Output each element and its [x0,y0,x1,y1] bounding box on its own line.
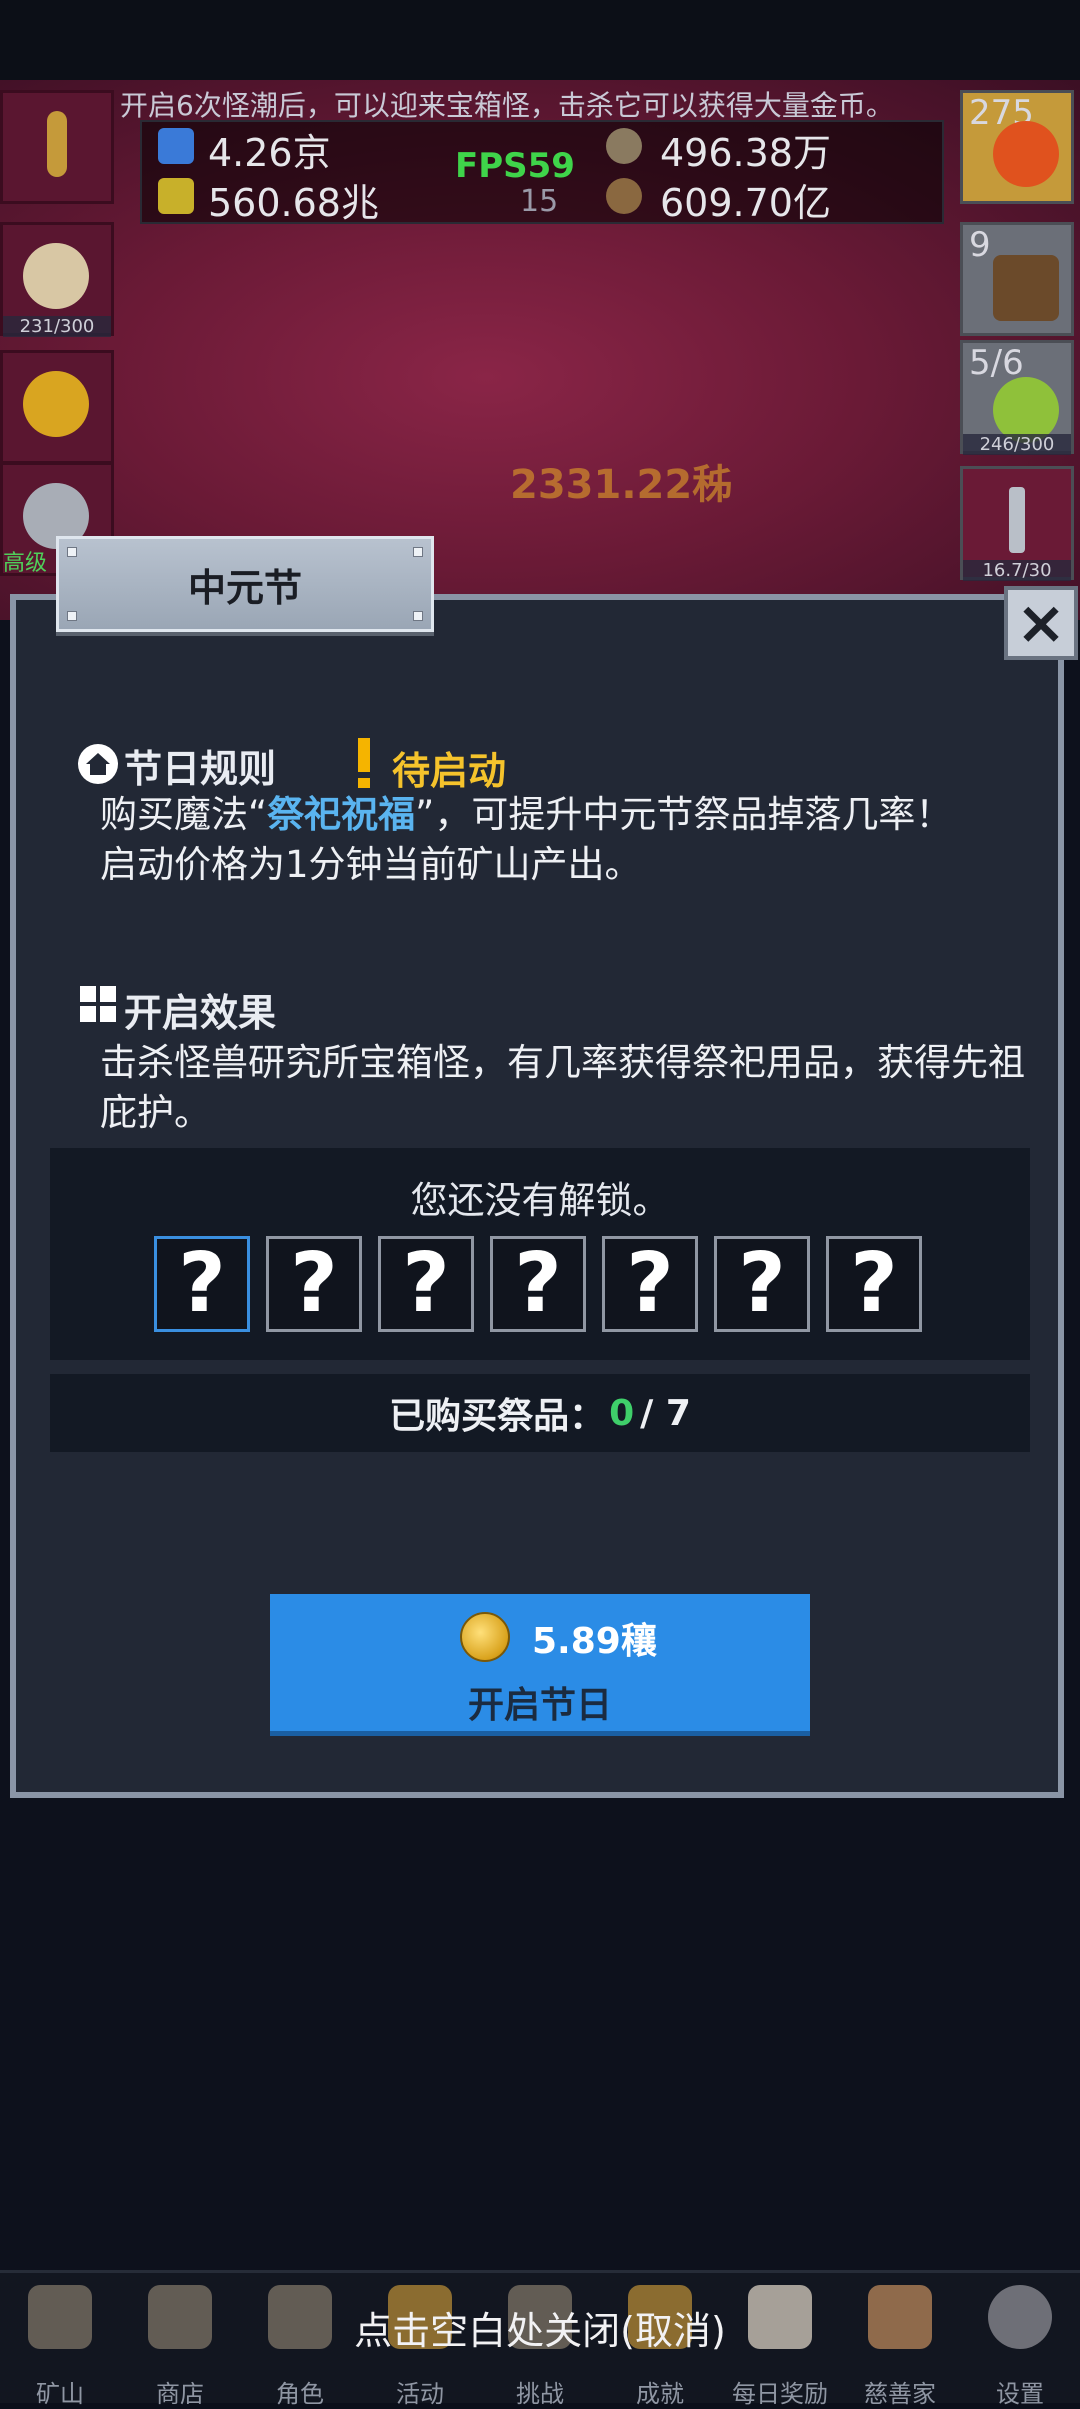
close-button[interactable]: × [1004,586,1078,660]
nav-label: 每日奖励 [732,2380,828,2408]
fps-counter: FPS59 [455,146,575,186]
offering-slot[interactable]: ? [266,1236,362,1332]
nav-label: 挑战 [516,2380,564,2408]
start-festival-label: 开启节日 [467,1685,612,1726]
status-badge: 待启动 [392,749,507,793]
nav-label: 矿山 [36,2380,84,2408]
sword-icon [1009,487,1025,553]
side-slot-progress: 16.7/30 [963,560,1071,581]
close-icon: × [1015,588,1067,658]
bought-counter: 已购买祭品： 0 / 7 [50,1374,1030,1452]
ore-icon [606,128,642,164]
nav-label: 成就 [636,2380,684,2408]
dialog-title: 中元节 [187,565,302,610]
nav-label: 设置 [996,2380,1044,2408]
rules-line1-post: ”，可提升中元节祭品掉落几率！ [415,793,953,836]
key-icon [23,371,89,437]
dialog-title-plate: 中元节 [56,536,434,632]
unlock-status: 您还没有解锁。 [410,1179,670,1222]
sack-icon [23,243,89,309]
rules-heading: 节日规则 [124,747,277,791]
home-icon [78,744,118,784]
wave-counter: 15 [520,184,559,219]
offerings-panel: 您还没有解锁。 ? ? ? ? ? ? ? [50,1148,1030,1360]
nav-label: 角色 [276,2380,324,2408]
resource-value-4: 609.70亿 [660,181,831,225]
nav-label: 慈善家 [864,2380,936,2408]
start-festival-button[interactable]: 5.89穰 开启节日 [270,1594,810,1736]
warning-icon [358,738,370,788]
side-slot-key[interactable] [0,350,114,464]
rules-text: 购买魔法“祭祀祝福”，可提升中元节祭品掉落几率！ 启动价格为1分钟当前矿山产出。 [100,790,1040,890]
damage-number: 2331.22秭 [510,462,733,508]
side-slot-count: 9 [969,225,991,265]
gold-coin-icon [460,1612,510,1662]
offering-slot[interactable]: ? [714,1236,810,1332]
status-strip [0,0,1080,90]
magic-name: 祭祀祝福 [267,793,416,836]
side-slot-sack[interactable]: 231/300 [0,222,114,337]
effect-heading: 开启效果 [124,991,277,1035]
bought-current: 0 [609,1392,635,1434]
red-potion-icon [993,121,1059,187]
side-slot-potion[interactable]: 275 [960,90,1074,204]
home-icon-glyph [86,753,110,775]
offering-slot[interactable]: ? [826,1236,922,1332]
rules-line1-pre: 购买魔法“ [100,793,268,836]
resource-value-1: 4.26京 [208,131,331,175]
side-slot-progress: 231/300 [3,316,111,337]
resource-value-3: 496.38万 [660,131,831,175]
offering-slot[interactable]: ? [154,1236,250,1332]
offering-slot[interactable]: ? [602,1236,698,1332]
torch-icon [47,111,67,177]
effect-text: 击杀怪兽研究所宝箱怪，有几率获得祭祀用品，获得先祖庇护。 [100,1041,1025,1134]
tip-banner: 开启6次怪潮后，可以迎来宝箱怪，击杀它可以获得大量金币。 [120,89,894,122]
side-slot-slime[interactable]: 5/6 246/300 [960,340,1074,455]
bought-label: 已购买祭品： [389,1396,606,1437]
side-slot-count: 5/6 [969,343,1024,383]
chest-icon [993,255,1059,321]
side-slot-progress: 246/300 [963,434,1071,455]
potion-icon [158,128,194,164]
price-label: 5.89穰 [532,1621,657,1662]
rules-line2: 启动价格为1分钟当前矿山产出。 [100,843,642,886]
dismiss-hint[interactable]: 点击空白处关闭(取消) [0,2300,1080,2355]
side-slot-sword[interactable]: 16.7/30 [960,466,1074,581]
offering-slot[interactable]: ? [490,1236,586,1332]
flask-icon [158,178,194,214]
grid-icon [80,986,116,1022]
seed-icon [606,178,642,214]
nav-label: 商店 [156,2380,204,2408]
side-slot-chest[interactable]: 9 [960,222,1074,336]
resource-value-2: 560.68兆 [208,181,379,225]
nav-label: 活动 [396,2380,444,2408]
side-slot-torch[interactable] [0,90,114,204]
bought-total: / 7 [640,1392,691,1434]
offering-slot[interactable]: ? [378,1236,474,1332]
